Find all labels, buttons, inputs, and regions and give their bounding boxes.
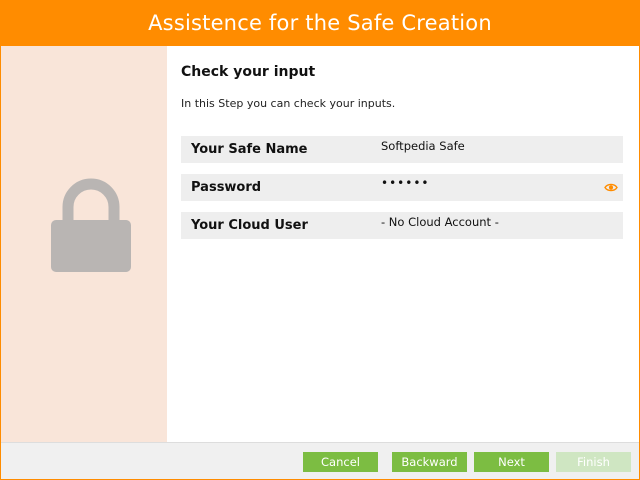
backward-button[interactable]: Backward (392, 452, 467, 472)
cloud-user-value: - No Cloud Account - (381, 215, 499, 229)
footer-bar: Cancel Backward Next Finish (1, 442, 639, 479)
cancel-button[interactable]: Cancel (303, 452, 378, 472)
page-description: In this Step you can check your inputs. (181, 97, 396, 110)
password-value: •••••• (381, 176, 430, 190)
page-title: Check your input (181, 64, 316, 80)
lock-icon (51, 178, 131, 272)
content-panel: Check your input In this Step you can ch… (167, 46, 639, 442)
title-bar: Assistence for the Safe Creation (0, 0, 640, 46)
finish-button: Finish (556, 452, 631, 472)
safe-name-label: Your Safe Name (191, 142, 308, 157)
cloud-user-label: Your Cloud User (191, 218, 308, 233)
window-title: Assistence for the Safe Creation (148, 11, 492, 35)
password-label: Password (191, 180, 262, 195)
next-button[interactable]: Next (474, 452, 549, 472)
eye-icon[interactable] (604, 182, 618, 193)
safe-name-row: Your Safe Name Softpedia Safe (181, 136, 623, 163)
password-row: Password •••••• (181, 174, 623, 201)
safe-name-value: Softpedia Safe (381, 139, 465, 153)
side-panel (1, 46, 167, 442)
cloud-user-row: Your Cloud User - No Cloud Account - (181, 212, 623, 239)
